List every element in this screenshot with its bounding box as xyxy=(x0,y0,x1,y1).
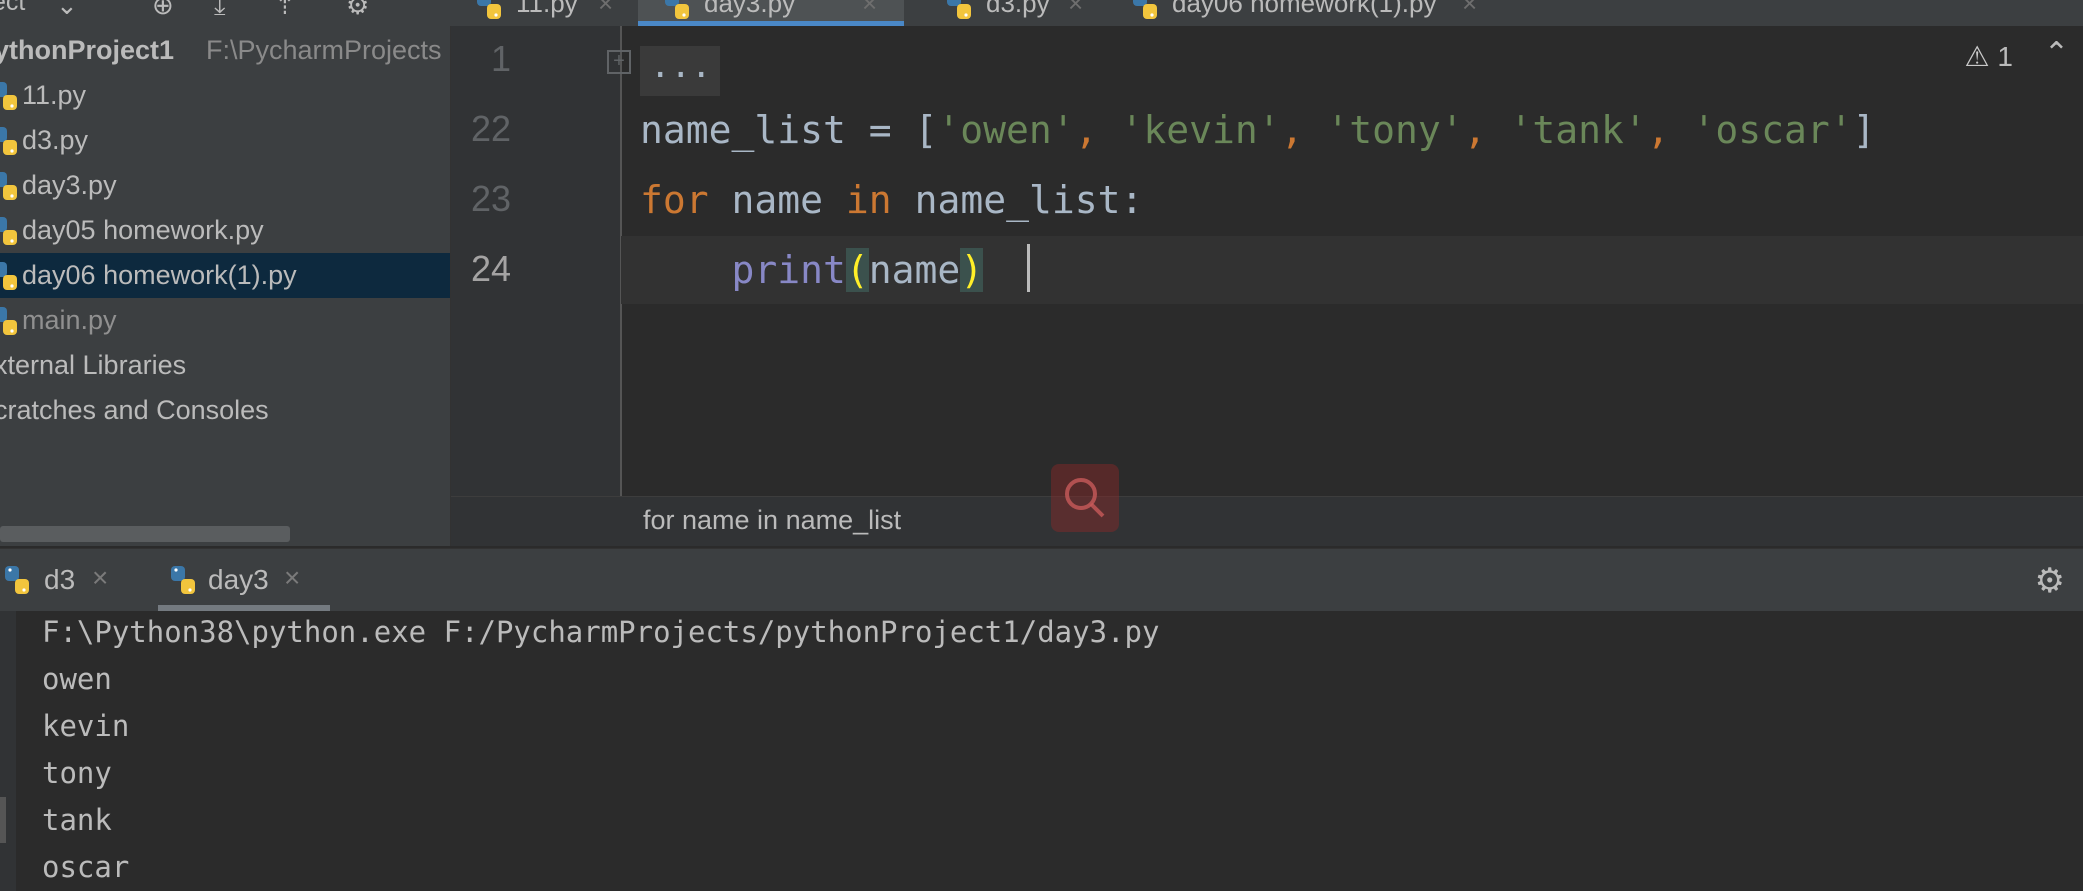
close-icon[interactable]: × xyxy=(1462,0,1477,19)
chevron-down-icon[interactable]: ⌄ xyxy=(56,0,78,21)
run-tab-d3[interactable]: d3 × xyxy=(0,549,140,611)
chevron-up-icon[interactable]: ⌃ xyxy=(2044,36,2069,71)
python-file-icon xyxy=(1133,0,1157,19)
console-output-line: tank xyxy=(42,803,112,837)
breadcrumb-bar: for name in name_list xyxy=(451,496,2083,546)
tab-day06-homework[interactable]: day06 homework(1).py × xyxy=(1108,0,1508,26)
tab-day3-py[interactable]: day3.py × xyxy=(638,0,904,26)
code-editor[interactable]: 1 22 23 24 + ... name_list = ['owen', 'k… xyxy=(451,26,2083,546)
console-gutter xyxy=(0,611,16,891)
tab-d3-py[interactable]: d3.py × xyxy=(922,0,1092,26)
warning-count: 1 xyxy=(1997,41,2013,72)
python-file-icon xyxy=(5,566,29,594)
locate-icon[interactable]: ⊕ xyxy=(152,0,174,21)
close-icon[interactable]: × xyxy=(862,0,877,19)
close-icon[interactable]: × xyxy=(598,0,613,19)
project-root-name: ythonProject1 xyxy=(0,35,175,65)
console-output-line: tony xyxy=(42,756,112,790)
python-file-icon xyxy=(0,127,17,155)
tree-item-main-py[interactable]: main.py xyxy=(0,298,450,343)
project-panel-header: ect ⌄ ⊕ ⤓ ⇡ ⚙ xyxy=(0,0,450,26)
warning-icon: ⚠ xyxy=(1964,41,1990,72)
run-tool-window-tabs: d3 × day3 × ⚙ xyxy=(0,548,2083,612)
python-file-icon xyxy=(0,307,17,335)
line-number: 1 xyxy=(490,38,511,79)
python-file-icon xyxy=(171,566,195,594)
console-output-line: owen xyxy=(42,662,112,696)
breadcrumb[interactable]: for name in name_list xyxy=(643,505,901,536)
close-icon[interactable]: × xyxy=(1068,0,1083,19)
python-file-icon xyxy=(0,82,17,110)
gear-icon[interactable]: ⚙ xyxy=(346,0,369,21)
close-icon[interactable]: × xyxy=(92,562,108,594)
tree-item-project-root[interactable]: ythonProject1 F:\PycharmProjects xyxy=(0,28,450,73)
horizontal-scrollbar[interactable] xyxy=(0,526,290,542)
tree-item-day3-py[interactable]: day3.py xyxy=(0,163,450,208)
search-icon xyxy=(1065,478,1105,518)
code-line-22: name_list = ['owen', 'kevin', 'tony', 't… xyxy=(640,108,1876,152)
tree-item-external-libraries[interactable]: xternal Libraries xyxy=(0,343,450,388)
text-caret xyxy=(1027,244,1030,292)
code-line-24: print(name) xyxy=(731,248,984,292)
close-icon[interactable]: × xyxy=(284,562,300,594)
line-number: 22 xyxy=(470,108,511,149)
gear-icon[interactable]: ⚙ xyxy=(2035,561,2065,601)
tree-item-scratches[interactable]: cratches and Consoles xyxy=(0,388,450,433)
expand-icon[interactable]: ⇡ xyxy=(274,0,296,21)
console-command-line: F:\Python38\python.exe F:/PycharmProject… xyxy=(42,615,1160,649)
tree-item-d3-py[interactable]: d3.py xyxy=(0,118,450,163)
python-file-icon xyxy=(665,0,689,19)
collapse-all-icon[interactable]: ⤓ xyxy=(214,0,226,22)
python-file-icon xyxy=(477,0,501,19)
tree-item-day06-homework[interactable]: day06 homework(1).py xyxy=(0,253,450,298)
console-scroll-marker xyxy=(0,797,6,843)
editor-tabs: 11.py × day3.py × d3.py × day06 homework… xyxy=(452,0,2083,26)
run-console[interactable]: F:\Python38\python.exe F:/PycharmProject… xyxy=(0,611,2083,891)
top-toolbar: ect ⌄ ⊕ ⤓ ⇡ ⚙ 11.py × day3.py × d3.py × … xyxy=(0,0,2083,27)
python-file-icon xyxy=(0,262,17,290)
search-everywhere-button[interactable] xyxy=(1051,464,1119,532)
project-panel-title[interactable]: ect xyxy=(0,0,25,17)
python-file-icon xyxy=(947,0,971,19)
tab-11-py[interactable]: 11.py × xyxy=(452,0,622,26)
folded-code-placeholder[interactable]: ... xyxy=(640,46,720,96)
line-number: 24 xyxy=(470,248,511,289)
run-tab-day3[interactable]: day3 × xyxy=(158,549,330,611)
inspection-widget[interactable]: ⚠ 1 xyxy=(1965,40,2013,73)
console-output-line: kevin xyxy=(42,709,130,743)
code-line-23: for name in name_list: xyxy=(640,178,1144,222)
python-file-icon xyxy=(0,217,17,245)
project-tree: ythonProject1 F:\PycharmProjects 11.py d… xyxy=(0,26,451,546)
tree-item-day05-homework[interactable]: day05 homework.py xyxy=(0,208,450,253)
line-number: 23 xyxy=(470,178,511,219)
python-file-icon xyxy=(0,172,17,200)
project-root-path: F:\PycharmProjects xyxy=(206,35,442,65)
expand-fold-icon[interactable]: + xyxy=(607,50,631,74)
console-output-line: oscar xyxy=(42,850,130,884)
tree-item-11-py[interactable]: 11.py xyxy=(0,73,450,118)
line-gutter: 1 22 23 24 xyxy=(451,26,621,496)
